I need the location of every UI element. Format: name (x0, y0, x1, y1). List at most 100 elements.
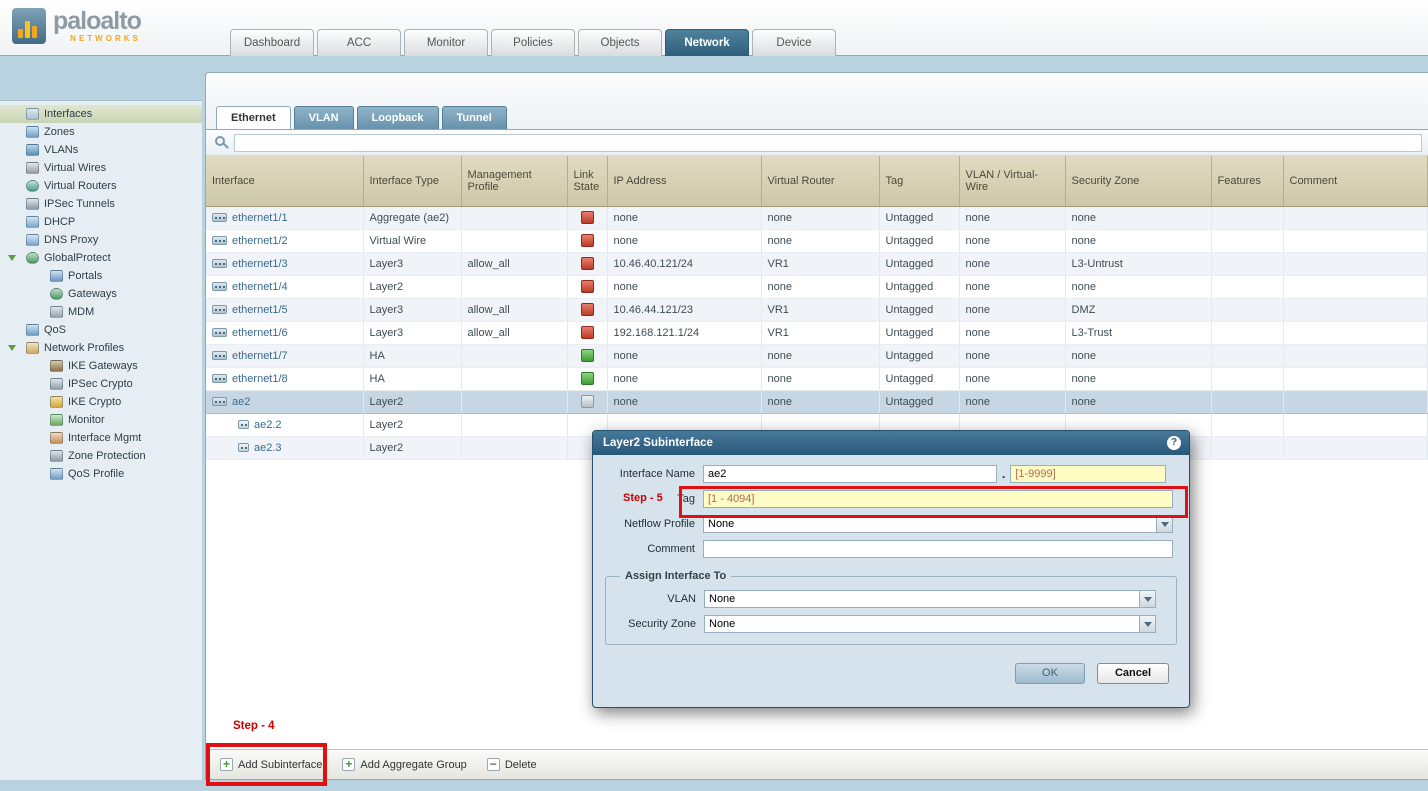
tab-acc[interactable]: ACC (317, 29, 401, 56)
sidebar-item-qos[interactable]: QoS (0, 321, 202, 339)
sidebar-item-portals[interactable]: Portals (0, 267, 202, 285)
interface-link[interactable]: ae2 (232, 396, 250, 408)
ike-gateways-icon (50, 360, 63, 372)
ipsec-tunnels-icon (26, 198, 39, 210)
interface-name-input[interactable] (703, 465, 997, 483)
collapse-arrow-icon[interactable] (8, 255, 16, 261)
cell-ip-address: 10.46.44.121/23 (607, 298, 761, 321)
table-row[interactable]: ethernet1/4 Layer2 none none Untagged no… (206, 275, 1428, 298)
sidebar-item-ike-gateways[interactable]: IKE Gateways (0, 357, 202, 375)
interface-link[interactable]: ae2.3 (254, 442, 282, 454)
interface-link[interactable]: ethernet1/3 (232, 258, 288, 270)
sidebar-item-gateways[interactable]: Gateways (0, 285, 202, 303)
table-footer-toolbar: + Add Subinterface + Add Aggregate Group… (206, 749, 1428, 779)
tag-input[interactable] (703, 490, 1173, 508)
sidebar-item-label: Network Profiles (44, 342, 124, 354)
sidebar-item-ike-crypto[interactable]: IKE Crypto (0, 393, 202, 411)
interface-icon (212, 282, 227, 291)
table-row[interactable]: ethernet1/7 HA none none Untagged none n… (206, 344, 1428, 367)
interface-link[interactable]: ae2.2 (254, 419, 282, 431)
table-row[interactable]: ethernet1/5 Layer3 allow_all 10.46.44.12… (206, 298, 1428, 321)
sidebar-item-ipsec-tunnels[interactable]: IPSec Tunnels (0, 195, 202, 213)
subtab-loopback[interactable]: Loopback (357, 106, 439, 129)
column-header-interface[interactable]: Interface (206, 156, 363, 206)
vlan-select[interactable]: None (704, 590, 1156, 608)
cell-comment (1283, 367, 1428, 390)
netflow-profile-select[interactable]: None (703, 515, 1173, 533)
sidebar-item-virtual-routers[interactable]: Virtual Routers (0, 177, 202, 195)
help-icon[interactable]: ? (1167, 436, 1181, 450)
sidebar-item-globalprotect[interactable]: GlobalProtect (0, 249, 202, 267)
interface-link[interactable]: ethernet1/1 (232, 212, 288, 224)
add-aggregate-group-button[interactable]: + Add Aggregate Group (342, 758, 466, 771)
sidebar-item-interfaces[interactable]: Interfaces (0, 105, 202, 123)
sidebar-item-zones[interactable]: Zones (0, 123, 202, 141)
add-subinterface-button[interactable]: + Add Subinterface (220, 758, 322, 771)
column-header-management-profile[interactable]: Management Profile (461, 156, 567, 206)
ok-button[interactable]: OK (1015, 663, 1085, 684)
paloalto-logo: paloalto NETWORKS (12, 8, 141, 44)
sidebar-item-vlans[interactable]: VLANs (0, 141, 202, 159)
chevron-down-icon[interactable] (1156, 515, 1173, 533)
column-header-vlan-virtual-wire[interactable]: VLAN / Virtual-Wire (959, 156, 1065, 206)
table-row[interactable]: ethernet1/3 Layer3 allow_all 10.46.40.12… (206, 252, 1428, 275)
tab-device[interactable]: Device (752, 29, 836, 56)
column-header-tag[interactable]: Tag (879, 156, 959, 206)
filter-bar (206, 129, 1428, 156)
interface-link[interactable]: ethernet1/6 (232, 327, 288, 339)
column-header-link-state[interactable]: Link State (567, 156, 607, 206)
comment-input[interactable] (703, 540, 1173, 558)
table-row[interactable]: ethernet1/1 Aggregate (ae2) none none Un… (206, 206, 1428, 229)
delete-button[interactable]: − Delete (487, 758, 537, 771)
cancel-button[interactable]: Cancel (1097, 663, 1169, 684)
tab-objects[interactable]: Objects (578, 29, 662, 56)
sidebar-item-zone-protection[interactable]: Zone Protection (0, 447, 202, 465)
table-row[interactable]: ethernet1/2 Virtual Wire none none Untag… (206, 229, 1428, 252)
sidebar-item-ipsec-crypto[interactable]: IPSec Crypto (0, 375, 202, 393)
table-row[interactable]: ethernet1/6 Layer3 allow_all 192.168.121… (206, 321, 1428, 344)
search-input[interactable] (234, 134, 1422, 152)
sidebar-item-interface-mgmt[interactable]: Interface Mgmt (0, 429, 202, 447)
cell-security-zone: none (1065, 390, 1211, 413)
sidebar-item-dns-proxy[interactable]: DNS Proxy (0, 231, 202, 249)
interface-link[interactable]: ethernet1/7 (232, 350, 288, 362)
sidebar-item-label: Interface Mgmt (68, 432, 141, 444)
column-header-ip-address[interactable]: IP Address (607, 156, 761, 206)
interface-link[interactable]: ethernet1/5 (232, 304, 288, 316)
cell-management-profile: allow_all (461, 298, 567, 321)
sidebar-item-virtual-wires[interactable]: Virtual Wires (0, 159, 202, 177)
security-zone-select[interactable]: None (704, 615, 1156, 633)
interface-link[interactable]: ethernet1/2 (232, 235, 288, 247)
column-header-interface-type[interactable]: Interface Type (363, 156, 461, 206)
interface-link[interactable]: ethernet1/4 (232, 281, 288, 293)
tab-dashboard[interactable]: Dashboard (230, 29, 314, 56)
tab-monitor[interactable]: Monitor (404, 29, 488, 56)
cell-security-zone: none (1065, 344, 1211, 367)
interface-icon (212, 213, 227, 222)
pan-os-web-ui: paloalto NETWORKS Dashboard ACC Monitor … (0, 0, 1428, 791)
subtab-tunnel[interactable]: Tunnel (442, 106, 507, 129)
column-header-features[interactable]: Features (1211, 156, 1283, 206)
chevron-down-icon[interactable] (1139, 615, 1156, 633)
subtab-vlan[interactable]: VLAN (294, 106, 354, 129)
sidebar-item-network-profiles[interactable]: Network Profiles (0, 339, 202, 357)
table-row-selected[interactable]: ae2 Layer2 none none Untagged none none (206, 390, 1428, 413)
column-header-comment[interactable]: Comment (1283, 156, 1428, 206)
sidebar-item-dhcp[interactable]: DHCP (0, 213, 202, 231)
interface-icon (212, 374, 227, 383)
subtab-ethernet[interactable]: Ethernet (216, 106, 291, 129)
cell-security-zone: none (1065, 229, 1211, 252)
vlans-icon (26, 144, 39, 156)
interface-link[interactable]: ethernet1/8 (232, 373, 288, 385)
sidebar-item-monitor[interactable]: Monitor (0, 411, 202, 429)
collapse-arrow-icon[interactable] (8, 345, 16, 351)
column-header-virtual-router[interactable]: Virtual Router (761, 156, 879, 206)
tab-policies[interactable]: Policies (491, 29, 575, 56)
chevron-down-icon[interactable] (1139, 590, 1156, 608)
table-row[interactable]: ethernet1/8 HA none none Untagged none n… (206, 367, 1428, 390)
tab-network[interactable]: Network (665, 29, 749, 56)
column-header-security-zone[interactable]: Security Zone (1065, 156, 1211, 206)
sidebar-item-mdm[interactable]: MDM (0, 303, 202, 321)
interface-suffix-input[interactable] (1010, 465, 1166, 483)
sidebar-item-qos-profile[interactable]: QoS Profile (0, 465, 202, 483)
